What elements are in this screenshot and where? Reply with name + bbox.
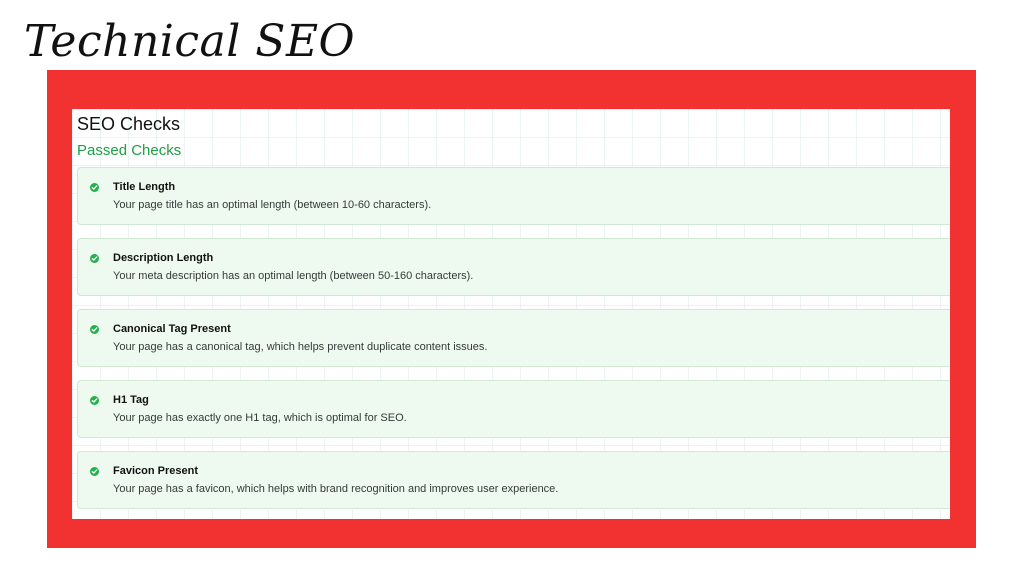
- check-description: Your meta description has an optimal len…: [113, 270, 474, 282]
- check-circle-icon: [90, 254, 99, 263]
- check-item-title-length: Title Length Your page title has an opti…: [77, 167, 950, 225]
- check-description: Your page title has an optimal length (b…: [113, 199, 432, 211]
- check-item-favicon: Favicon Present Your page has a favicon,…: [77, 451, 950, 509]
- check-title: H1 Tag: [113, 394, 149, 406]
- check-title: Canonical Tag Present: [113, 323, 231, 335]
- check-list: Title Length Your page title has an opti…: [77, 167, 950, 519]
- passed-checks-heading: Passed Checks: [77, 142, 182, 159]
- seo-checks-panel: SEO Checks Passed Checks Title Length Yo…: [72, 109, 950, 519]
- check-description: Your page has a canonical tag, which hel…: [113, 341, 488, 353]
- check-item-canonical-tag: Canonical Tag Present Your page has a ca…: [77, 309, 950, 367]
- check-item-description-length: Description Length Your meta description…: [77, 238, 950, 296]
- check-circle-icon: [90, 325, 99, 334]
- check-description: Your page has exactly one H1 tag, which …: [113, 412, 407, 424]
- panel-heading: SEO Checks: [77, 114, 181, 134]
- check-title: Title Length: [113, 181, 176, 193]
- check-circle-icon: [90, 396, 99, 405]
- check-title: Description Length: [113, 252, 214, 264]
- check-title: Favicon Present: [113, 465, 198, 477]
- check-description: Your page has a favicon, which helps wit…: [113, 483, 559, 495]
- check-item-h1-tag: H1 Tag Your page has exactly one H1 tag,…: [77, 380, 950, 438]
- check-circle-icon: [90, 183, 99, 192]
- check-circle-icon: [90, 467, 99, 476]
- slide-title: Technical SEO: [24, 16, 356, 67]
